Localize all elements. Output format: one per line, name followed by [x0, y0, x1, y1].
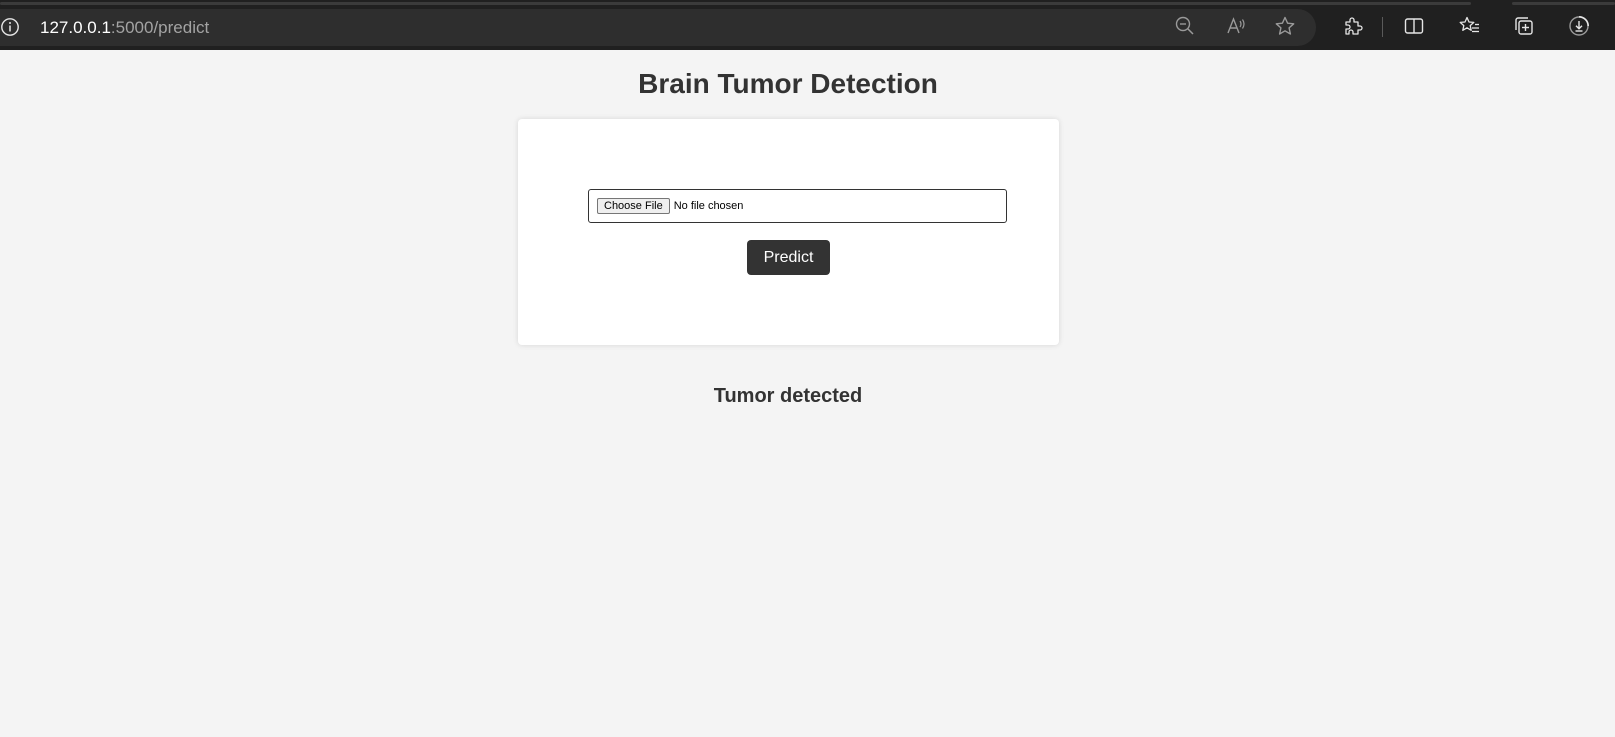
site-info-icon[interactable] — [0, 17, 20, 37]
toolbar-separator — [1382, 17, 1383, 37]
url-path: :5000/predict — [110, 18, 210, 37]
page-title: Brain Tumor Detection — [638, 68, 938, 99]
split-screen-icon[interactable] — [1402, 14, 1426, 38]
tab-edge — [1512, 2, 1615, 5]
favorites-icon[interactable] — [1458, 14, 1482, 38]
choose-file-button[interactable]: Choose File — [597, 198, 670, 214]
prediction-result: Tumor detected — [713, 385, 863, 407]
active-tab-edge — [0, 2, 1471, 5]
collections-icon[interactable] — [1512, 14, 1536, 38]
predict-button[interactable]: Predict — [747, 240, 830, 275]
file-input[interactable]: Choose File No file chosen — [588, 189, 1007, 223]
downloads-icon[interactable] — [1567, 14, 1591, 38]
url-text[interactable]: 127.0.0.1:5000/predict — [40, 17, 209, 39]
upload-form-card: Choose File No file chosen Predict — [518, 119, 1059, 345]
zoom-out-icon[interactable] — [1173, 14, 1197, 38]
browser-toolbar: 127.0.0.1:5000/predict — [0, 0, 1615, 50]
favorite-star-icon[interactable] — [1273, 14, 1297, 38]
extensions-icon[interactable] — [1341, 14, 1365, 38]
tab-strip — [0, 0, 1615, 5]
read-aloud-icon[interactable] — [1224, 14, 1248, 38]
file-status-text: No file chosen — [673, 200, 744, 212]
url-host: 127.0.0.1 — [40, 18, 111, 37]
